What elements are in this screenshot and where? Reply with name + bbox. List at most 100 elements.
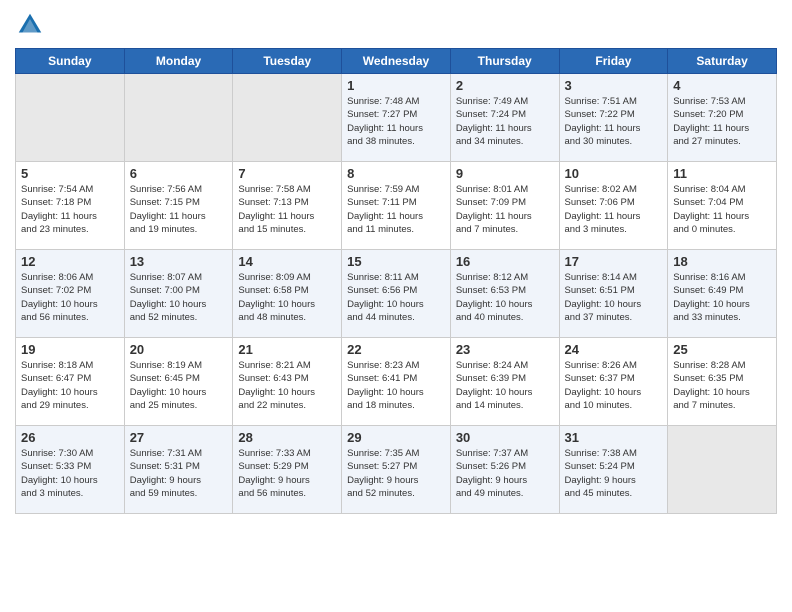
calendar-cell: 26Sunrise: 7:30 AM Sunset: 5:33 PM Dayli…	[16, 426, 125, 514]
calendar-cell: 18 Sunrise: 8:16 AM Sunset: 6:49 PM Dayli…	[668, 250, 777, 338]
day-number: 20	[130, 342, 228, 357]
calendar-cell: 31Sunrise: 7:38 AM Sunset: 5:24 PM Dayli…	[559, 426, 668, 514]
day-info: Sunrise: 7:53 AM Sunset: 7:20 PM Dayligh…	[673, 95, 771, 148]
day-number: 25	[673, 342, 771, 357]
day-info: Sunrise: 8:01 AM Sunset: 7:09 PM Dayligh…	[456, 183, 554, 236]
day-number: 3	[565, 78, 663, 93]
day-header-saturday: Saturday	[668, 49, 777, 74]
day-info: Sunrise: 7:58 AM Sunset: 7:13 PM Dayligh…	[238, 183, 336, 236]
calendar-cell: 4 Sunrise: 7:53 AM Sunset: 7:20 PM Daylig…	[668, 74, 777, 162]
calendar-cell: 27 Sunrise: 7:31 AM Sunset: 5:31 PM Dayli…	[124, 426, 233, 514]
calendar-cell: 3Sunrise: 7:51 AM Sunset: 7:22 PM Daylig…	[559, 74, 668, 162]
day-number: 6	[130, 166, 228, 181]
day-info: Sunrise: 7:48 AM Sunset: 7:27 PM Dayligh…	[347, 95, 445, 148]
calendar-cell: 11 Sunrise: 8:04 AM Sunset: 7:04 PM Dayli…	[668, 162, 777, 250]
week-row-4: 19Sunrise: 8:18 AM Sunset: 6:47 PM Dayli…	[16, 338, 777, 426]
day-number: 11	[673, 166, 771, 181]
calendar-cell	[124, 74, 233, 162]
day-info: Sunrise: 7:56 AM Sunset: 7:15 PM Dayligh…	[130, 183, 228, 236]
day-info: Sunrise: 8:04 AM Sunset: 7:04 PM Dayligh…	[673, 183, 771, 236]
calendar-cell: 28 Sunrise: 7:33 AM Sunset: 5:29 PM Dayli…	[233, 426, 342, 514]
day-number: 16	[456, 254, 554, 269]
day-number: 30	[456, 430, 554, 445]
day-number: 14	[238, 254, 336, 269]
day-info: Sunrise: 7:37 AM Sunset: 5:26 PM Dayligh…	[456, 447, 554, 500]
day-number: 13	[130, 254, 228, 269]
day-number: 1	[347, 78, 445, 93]
day-info: Sunrise: 8:07 AM Sunset: 7:00 PM Dayligh…	[130, 271, 228, 324]
calendar-cell: 17Sunrise: 8:14 AM Sunset: 6:51 PM Dayli…	[559, 250, 668, 338]
week-row-5: 26Sunrise: 7:30 AM Sunset: 5:33 PM Dayli…	[16, 426, 777, 514]
day-number: 9	[456, 166, 554, 181]
day-info: Sunrise: 8:16 AM Sunset: 6:49 PM Dayligh…	[673, 271, 771, 324]
calendar-cell: 8 Sunrise: 7:59 AM Sunset: 7:11 PM Daylig…	[342, 162, 451, 250]
day-number: 27	[130, 430, 228, 445]
day-header-tuesday: Tuesday	[233, 49, 342, 74]
day-number: 10	[565, 166, 663, 181]
day-header-friday: Friday	[559, 49, 668, 74]
day-header-monday: Monday	[124, 49, 233, 74]
day-info: Sunrise: 8:28 AM Sunset: 6:35 PM Dayligh…	[673, 359, 771, 412]
calendar-cell: 9 Sunrise: 8:01 AM Sunset: 7:09 PM Daylig…	[450, 162, 559, 250]
day-info: Sunrise: 8:23 AM Sunset: 6:41 PM Dayligh…	[347, 359, 445, 412]
calendar-cell: 6 Sunrise: 7:56 AM Sunset: 7:15 PM Daylig…	[124, 162, 233, 250]
day-info: Sunrise: 8:19 AM Sunset: 6:45 PM Dayligh…	[130, 359, 228, 412]
calendar-cell: 10 Sunrise: 8:02 AM Sunset: 7:06 PM Dayli…	[559, 162, 668, 250]
calendar-cell: 22 Sunrise: 8:23 AM Sunset: 6:41 PM Dayli…	[342, 338, 451, 426]
calendar-cell	[233, 74, 342, 162]
day-info: Sunrise: 8:26 AM Sunset: 6:37 PM Dayligh…	[565, 359, 663, 412]
calendar-cell: 5Sunrise: 7:54 AM Sunset: 7:18 PM Daylig…	[16, 162, 125, 250]
calendar-cell: 16 Sunrise: 8:12 AM Sunset: 6:53 PM Dayli…	[450, 250, 559, 338]
day-number: 4	[673, 78, 771, 93]
calendar-cell: 19Sunrise: 8:18 AM Sunset: 6:47 PM Dayli…	[16, 338, 125, 426]
calendar-cell: 13 Sunrise: 8:07 AM Sunset: 7:00 PM Dayli…	[124, 250, 233, 338]
day-number: 17	[565, 254, 663, 269]
day-number: 2	[456, 78, 554, 93]
day-header-sunday: Sunday	[16, 49, 125, 74]
day-info: Sunrise: 7:30 AM Sunset: 5:33 PM Dayligh…	[21, 447, 119, 500]
day-number: 24	[565, 342, 663, 357]
day-info: Sunrise: 7:33 AM Sunset: 5:29 PM Dayligh…	[238, 447, 336, 500]
day-header-thursday: Thursday	[450, 49, 559, 74]
calendar-cell: 25 Sunrise: 8:28 AM Sunset: 6:35 PM Dayli…	[668, 338, 777, 426]
day-info: Sunrise: 8:24 AM Sunset: 6:39 PM Dayligh…	[456, 359, 554, 412]
calendar-cell: 29Sunrise: 7:35 AM Sunset: 5:27 PM Dayli…	[342, 426, 451, 514]
day-number: 22	[347, 342, 445, 357]
day-info: Sunrise: 8:21 AM Sunset: 6:43 PM Dayligh…	[238, 359, 336, 412]
calendar-cell	[668, 426, 777, 514]
logo	[15, 10, 49, 40]
day-info: Sunrise: 7:59 AM Sunset: 7:11 PM Dayligh…	[347, 183, 445, 236]
day-info: Sunrise: 8:02 AM Sunset: 7:06 PM Dayligh…	[565, 183, 663, 236]
day-info: Sunrise: 8:09 AM Sunset: 6:58 PM Dayligh…	[238, 271, 336, 324]
day-info: Sunrise: 8:12 AM Sunset: 6:53 PM Dayligh…	[456, 271, 554, 324]
day-info: Sunrise: 8:06 AM Sunset: 7:02 PM Dayligh…	[21, 271, 119, 324]
calendar-cell: 7 Sunrise: 7:58 AM Sunset: 7:13 PM Daylig…	[233, 162, 342, 250]
calendar-cell: 30 Sunrise: 7:37 AM Sunset: 5:26 PM Dayli…	[450, 426, 559, 514]
days-header-row: SundayMondayTuesdayWednesdayThursdayFrid…	[16, 49, 777, 74]
week-row-3: 12Sunrise: 8:06 AM Sunset: 7:02 PM Dayli…	[16, 250, 777, 338]
logo-icon	[15, 10, 45, 40]
day-number: 18	[673, 254, 771, 269]
day-info: Sunrise: 7:54 AM Sunset: 7:18 PM Dayligh…	[21, 183, 119, 236]
calendar-container: SundayMondayTuesdayWednesdayThursdayFrid…	[0, 0, 792, 524]
day-header-wednesday: Wednesday	[342, 49, 451, 74]
day-number: 23	[456, 342, 554, 357]
calendar-cell	[16, 74, 125, 162]
day-info: Sunrise: 7:38 AM Sunset: 5:24 PM Dayligh…	[565, 447, 663, 500]
week-row-1: 1 Sunrise: 7:48 AM Sunset: 7:27 PM Daylig…	[16, 74, 777, 162]
calendar-cell: 21Sunrise: 8:21 AM Sunset: 6:43 PM Dayli…	[233, 338, 342, 426]
day-info: Sunrise: 7:35 AM Sunset: 5:27 PM Dayligh…	[347, 447, 445, 500]
day-info: Sunrise: 7:31 AM Sunset: 5:31 PM Dayligh…	[130, 447, 228, 500]
day-number: 8	[347, 166, 445, 181]
day-number: 19	[21, 342, 119, 357]
calendar-cell: 1 Sunrise: 7:48 AM Sunset: 7:27 PM Daylig…	[342, 74, 451, 162]
calendar-cell: 20 Sunrise: 8:19 AM Sunset: 6:45 PM Dayli…	[124, 338, 233, 426]
day-number: 15	[347, 254, 445, 269]
calendar-cell: 12Sunrise: 8:06 AM Sunset: 7:02 PM Dayli…	[16, 250, 125, 338]
day-info: Sunrise: 7:49 AM Sunset: 7:24 PM Dayligh…	[456, 95, 554, 148]
header	[15, 10, 777, 40]
calendar-cell: 23 Sunrise: 8:24 AM Sunset: 6:39 PM Dayli…	[450, 338, 559, 426]
calendar-cell: 2 Sunrise: 7:49 AM Sunset: 7:24 PM Daylig…	[450, 74, 559, 162]
day-number: 28	[238, 430, 336, 445]
day-number: 7	[238, 166, 336, 181]
